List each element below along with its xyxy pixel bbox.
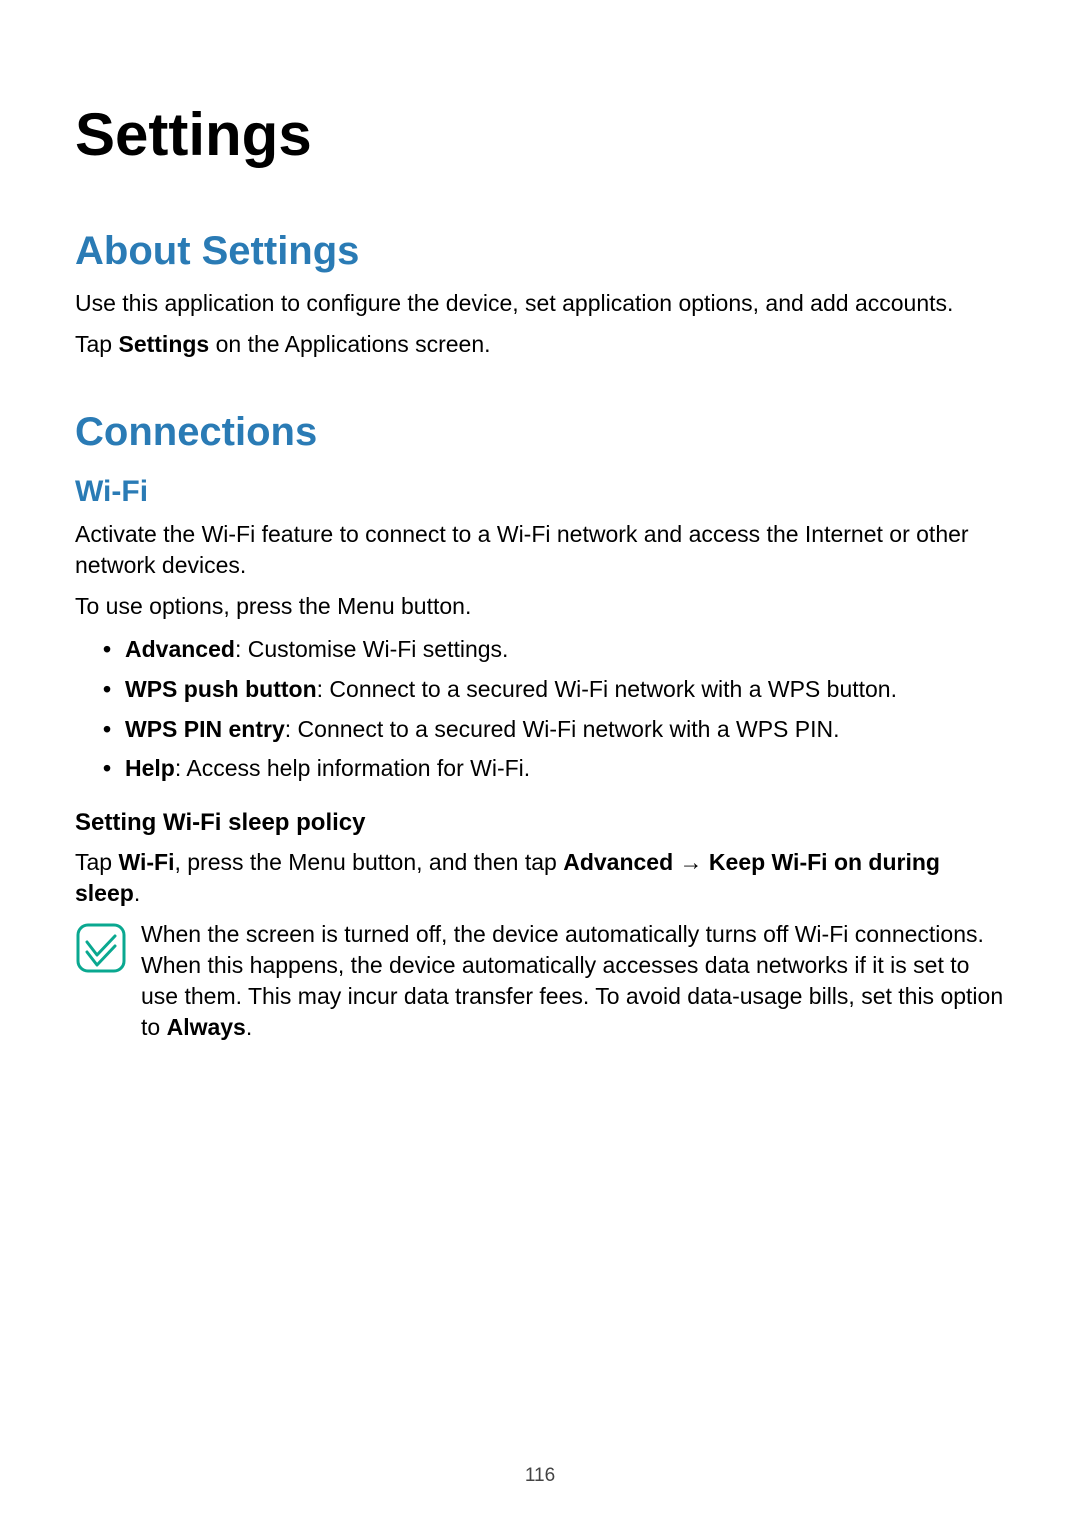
about-p1: Use this application to configure the de… bbox=[75, 288, 1005, 319]
sleep-line-arrow: → bbox=[673, 849, 709, 875]
about-p2-post: on the Applications screen. bbox=[209, 331, 490, 357]
note-bold: Always bbox=[167, 1014, 246, 1040]
page-title: Settings bbox=[75, 100, 1005, 169]
page: Settings About Settings Use this applica… bbox=[0, 0, 1080, 1527]
heading-wifi-sleep-policy: Setting Wi-Fi sleep policy bbox=[75, 809, 1005, 837]
wifi-p1: Activate the Wi-Fi feature to connect to… bbox=[75, 519, 1005, 581]
about-p2-bold: Settings bbox=[118, 331, 209, 357]
note-post: . bbox=[246, 1014, 252, 1040]
sleep-line-mid1: , press the Menu button, and then tap bbox=[174, 849, 563, 875]
option-bold: WPS push button bbox=[125, 676, 317, 702]
option-rest: : Customise Wi-Fi settings. bbox=[235, 636, 509, 662]
wifi-p2: To use options, press the Menu button. bbox=[75, 591, 1005, 622]
option-bold: Help bbox=[125, 755, 175, 781]
option-rest: : Connect to a secured Wi-Fi network wit… bbox=[285, 716, 840, 742]
sleep-line-post: . bbox=[134, 880, 140, 906]
list-item: WPS push button: Connect to a secured Wi… bbox=[103, 672, 1005, 708]
option-bold: WPS PIN entry bbox=[125, 716, 285, 742]
heading-connections: Connections bbox=[75, 410, 1005, 455]
note-row: When the screen is turned off, the devic… bbox=[75, 919, 1005, 1043]
option-rest: : Connect to a secured Wi-Fi network wit… bbox=[317, 676, 897, 702]
note-text: When the screen is turned off, the devic… bbox=[141, 919, 1005, 1043]
option-rest: : Access help information for Wi-Fi. bbox=[175, 755, 530, 781]
list-item: WPS PIN entry: Connect to a secured Wi-F… bbox=[103, 712, 1005, 748]
note-body: When the screen is turned off, the devic… bbox=[141, 921, 1003, 1040]
option-bold: Advanced bbox=[125, 636, 235, 662]
page-number: 116 bbox=[0, 1465, 1080, 1487]
heading-wifi: Wi-Fi bbox=[75, 475, 1005, 509]
about-p2: Tap Settings on the Applications screen. bbox=[75, 329, 1005, 360]
about-p2-pre: Tap bbox=[75, 331, 118, 357]
list-item: Advanced: Customise Wi-Fi settings. bbox=[103, 632, 1005, 668]
sleep-line-b2: Advanced bbox=[563, 849, 673, 875]
sleep-line-b1: Wi-Fi bbox=[118, 849, 174, 875]
wifi-options-list: Advanced: Customise Wi-Fi settings. WPS … bbox=[75, 632, 1005, 787]
note-icon bbox=[75, 922, 127, 974]
list-item: Help: Access help information for Wi-Fi. bbox=[103, 751, 1005, 787]
heading-about-settings: About Settings bbox=[75, 229, 1005, 274]
sleep-line-pre: Tap bbox=[75, 849, 118, 875]
wifi-sleep-line: Tap Wi-Fi, press the Menu button, and th… bbox=[75, 847, 1005, 909]
